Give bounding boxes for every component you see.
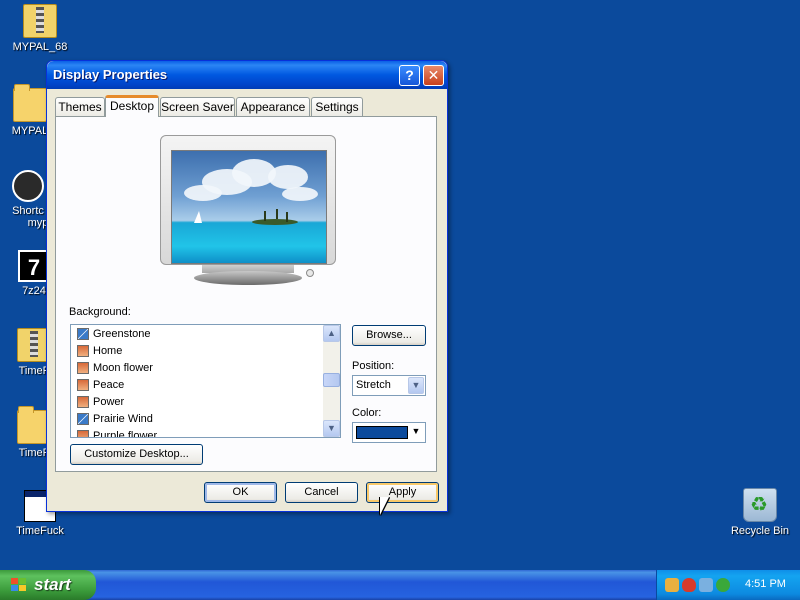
connection-icon[interactable] xyxy=(699,578,713,592)
zip-folder-icon xyxy=(23,4,57,38)
image-file-icon xyxy=(77,396,89,409)
palm-tree xyxy=(264,211,266,221)
desktop-tab-panel: Background: Greenstone Home Moon flower … xyxy=(55,116,437,472)
position-select[interactable]: Stretch ▼ xyxy=(352,375,426,396)
background-label: Background: xyxy=(69,306,131,318)
desktop-icon-label: TimeFuck xyxy=(16,525,64,537)
color-swatch xyxy=(356,426,408,439)
display-properties-dialog: Display Properties ? ✕ Themes Desktop Sc… xyxy=(46,60,448,512)
palm-tree xyxy=(286,212,288,222)
list-item-home[interactable]: Home xyxy=(77,343,122,360)
image-file-icon xyxy=(77,379,89,392)
scroll-up-button[interactable]: ▲ xyxy=(323,325,340,342)
color-picker-button[interactable]: ▼ xyxy=(352,422,426,443)
image-file-icon xyxy=(77,413,89,426)
tab-screen-saver[interactable]: Screen Saver xyxy=(160,97,235,116)
wallpaper-preview xyxy=(171,150,327,264)
desktop-icon-mypal68[interactable]: MYPAL_68 xyxy=(0,4,80,53)
scroll-down-button[interactable]: ▼ xyxy=(323,420,340,437)
update-icon[interactable] xyxy=(716,578,730,592)
palm-tree xyxy=(276,209,278,219)
list-item-greenstone[interactable]: Greenstone xyxy=(77,326,150,343)
windows-logo-icon xyxy=(11,578,27,592)
folder-icon xyxy=(13,84,47,122)
security-shield-icon[interactable] xyxy=(682,578,696,592)
desktop-icon-label: MYPAL_68 xyxy=(12,41,68,53)
tab-appearance[interactable]: Appearance xyxy=(236,97,310,116)
recycle-bin-icon xyxy=(743,488,777,522)
browse-button[interactable]: Browse... xyxy=(352,325,426,346)
close-icon: ✕ xyxy=(427,67,440,83)
start-label: start xyxy=(34,575,71,594)
start-button[interactable]: start xyxy=(0,570,96,600)
list-item-moon-flower[interactable]: Moon flower xyxy=(77,360,153,377)
desktop-icon-label: Recycle Bin xyxy=(730,525,790,537)
system-tray: 4:51 PM xyxy=(656,570,800,600)
clock: 4:51 PM xyxy=(745,578,786,590)
network-icon[interactable] xyxy=(665,578,679,592)
chevron-down-icon: ▼ xyxy=(411,426,421,436)
cloud xyxy=(282,187,318,201)
image-file-icon xyxy=(77,345,89,358)
color-label: Color: xyxy=(352,407,382,419)
island xyxy=(252,219,298,225)
dialog-title: Display Properties xyxy=(53,67,168,82)
shortcut-icon xyxy=(12,170,44,202)
customize-desktop-button[interactable]: Customize Desktop... xyxy=(70,444,203,465)
list-item-prairie-wind[interactable]: Prairie Wind xyxy=(77,411,153,428)
mouse-pointer-icon xyxy=(380,497,389,515)
list-item-purple-flower[interactable]: Purple flower xyxy=(77,428,157,437)
listbox-scrollbar[interactable]: ▲ ▼ xyxy=(323,325,340,437)
help-icon: ? xyxy=(405,67,414,83)
ok-button[interactable]: OK xyxy=(204,482,277,503)
image-file-icon xyxy=(77,328,89,341)
position-value: Stretch xyxy=(356,379,391,391)
list-item-peace[interactable]: Peace xyxy=(77,377,124,394)
scroll-thumb[interactable] xyxy=(323,373,340,387)
apply-button[interactable]: Apply xyxy=(366,482,439,503)
background-listbox[interactable]: Greenstone Home Moon flower Peace Power … xyxy=(70,324,341,438)
taskbar: start 4:51 PM xyxy=(0,570,800,600)
tab-desktop[interactable]: Desktop xyxy=(105,95,159,117)
sailboat xyxy=(194,211,202,223)
list-item-power[interactable]: Power xyxy=(77,394,124,411)
cloud xyxy=(184,185,222,201)
help-button[interactable]: ? xyxy=(399,65,420,86)
image-file-icon xyxy=(77,362,89,375)
tab-themes[interactable]: Themes xyxy=(55,97,105,116)
power-icon xyxy=(306,269,314,277)
dialog-titlebar[interactable]: Display Properties ? ✕ xyxy=(47,61,447,89)
cancel-button[interactable]: Cancel xyxy=(285,482,358,503)
tab-settings[interactable]: Settings xyxy=(311,97,363,116)
chevron-down-icon: ▼ xyxy=(408,377,424,394)
cloud xyxy=(268,165,308,189)
monitor-preview xyxy=(160,135,336,285)
monitor-bezel xyxy=(160,135,336,265)
image-file-icon xyxy=(77,430,89,437)
close-button[interactable]: ✕ xyxy=(423,65,444,86)
monitor-stand-base xyxy=(194,271,302,285)
desktop-icon-recycle-bin[interactable]: Recycle Bin xyxy=(720,488,800,537)
position-label: Position: xyxy=(352,360,395,372)
